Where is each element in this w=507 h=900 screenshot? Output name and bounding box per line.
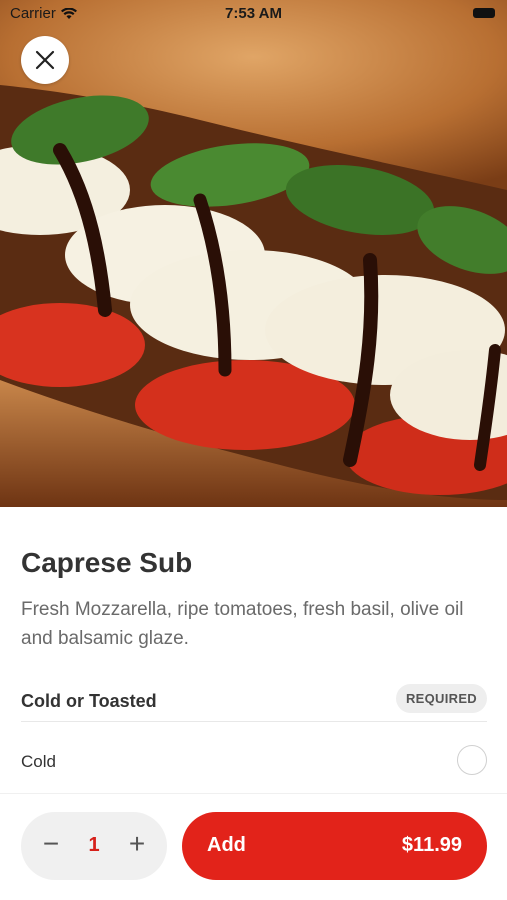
close-button[interactable] bbox=[21, 36, 69, 84]
option-choice-label: Cold bbox=[21, 752, 56, 771]
add-to-cart-button[interactable]: Add $11.99 bbox=[182, 812, 487, 880]
quantity-value: 1 bbox=[88, 834, 100, 856]
increase-quantity-button[interactable]: + bbox=[119, 827, 155, 863]
add-button-price: $11.99 bbox=[401, 834, 462, 856]
minus-icon: − bbox=[42, 828, 60, 859]
decrease-quantity-button[interactable]: − bbox=[33, 827, 69, 863]
option-choice-cold[interactable]: Cold bbox=[21, 739, 487, 783]
sandwich-photo bbox=[0, 0, 507, 507]
hero-image bbox=[0, 0, 507, 507]
required-badge: REQUIRED bbox=[395, 684, 487, 713]
battery-icon bbox=[473, 8, 495, 18]
item-title: Caprese Sub bbox=[21, 547, 193, 578]
status-time: 7:53 AM bbox=[225, 5, 282, 22]
quantity-stepper: − 1 + bbox=[21, 812, 167, 880]
status-bar: Carrier 7:53 AM bbox=[0, 0, 507, 28]
option-group-title: Cold or Toasted bbox=[21, 691, 157, 711]
plus-icon: + bbox=[128, 828, 146, 859]
divider bbox=[0, 793, 507, 794]
close-icon bbox=[35, 50, 55, 70]
option-group-header: Cold or Toasted REQUIRED bbox=[21, 683, 487, 722]
add-button-label: Add bbox=[207, 834, 246, 856]
option-radio[interactable] bbox=[457, 745, 487, 775]
item-description: Fresh Mozzarella, ripe tomatoes, fresh b… bbox=[21, 599, 464, 649]
